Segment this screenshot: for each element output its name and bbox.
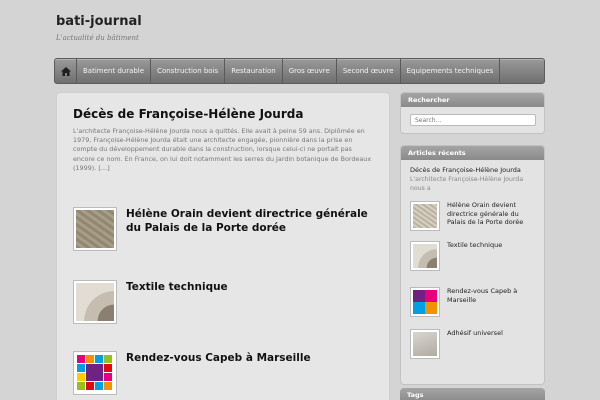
widget-recent-posts: Articles récents Décès de Françoise-Hélè… [400,145,545,385]
recent-post-item: Hélène Orain devient directrice générale… [410,201,535,241]
recent-post-featured: Décès de Françoise-Hélène Jourda L'archi… [401,160,544,195]
post-item: Textile technique [73,280,373,324]
recent-post-thumbnail[interactable] [410,241,440,271]
post-item: Hélène Orain devient directrice générale… [73,207,373,251]
main-navigation: Batiment durable Construction bois Resta… [54,58,545,84]
recent-post-excerpt: L'architecte Françoise-Hélène Jourda nou… [410,176,524,192]
main-content: Décès de Françoise-Hélène Jourda L'archi… [56,92,390,400]
post-thumbnail[interactable] [73,207,117,251]
recent-post-title[interactable]: Textile technique [447,241,539,250]
recent-post-item: Adhésif universel [410,329,535,365]
post-thumbnail[interactable] [73,351,117,395]
recent-post-thumbnail[interactable] [410,201,440,231]
capeb-logo-icon [76,354,114,392]
nav-item-restauration[interactable]: Restauration [225,59,283,83]
nav-item-equipements-techniques[interactable]: Equipements techniques [401,59,501,83]
post-item: Rendez-vous Capeb à Marseille [73,351,373,395]
recent-post-title[interactable]: Hélène Orain devient directrice générale… [447,201,539,227]
home-icon [60,66,71,76]
recent-post-thumbnail[interactable] [410,329,440,359]
textile-image-icon [413,244,437,268]
adhesive-image-icon [413,332,437,356]
post-title[interactable]: Hélène Orain devient directrice générale… [126,207,376,235]
map-image-icon [413,204,437,228]
widget-tags-heading: Tags [400,388,545,400]
nav-item-batiment-durable[interactable]: Batiment durable [77,59,152,83]
nav-item-construction-bois[interactable]: Construction bois [151,59,226,83]
recent-post-item: Textile technique [410,241,535,277]
recent-post-thumbnail[interactable] [410,287,440,317]
nav-item-second-oeuvre[interactable]: Second œuvre [337,59,401,83]
widget-search: Rechercher [400,92,545,134]
site-title[interactable]: bati-journal [56,14,142,29]
search-input[interactable] [410,114,536,126]
featured-post-excerpt: L'architecte Françoise-Hélène Jourda nou… [73,127,372,172]
post-title[interactable]: Rendez-vous Capeb à Marseille [126,351,376,365]
nav-item-gros-oeuvre[interactable]: Gros œuvre [283,59,337,83]
site-tagline: L'actualité du bâtiment [56,34,139,42]
widget-heading: Rechercher [401,93,544,107]
widget-heading: Articles récents [401,146,544,160]
map-image-icon [76,210,114,248]
recent-post-item: Rendez-vous Capeb à Marseille [410,287,535,323]
featured-post-title[interactable]: Décès de Françoise-Hélène Jourda [73,107,303,121]
post-title[interactable]: Textile technique [126,280,376,294]
recent-post-title[interactable]: Rendez-vous Capeb à Marseille [447,287,539,304]
recent-post-title[interactable]: Décès de Françoise-Hélène Jourda [410,166,535,174]
nav-home-button[interactable] [55,59,77,83]
capeb-logo-icon [413,290,437,314]
recent-post-title[interactable]: Adhésif universel [447,329,539,338]
post-thumbnail[interactable] [73,280,117,324]
textile-image-icon [76,283,114,321]
